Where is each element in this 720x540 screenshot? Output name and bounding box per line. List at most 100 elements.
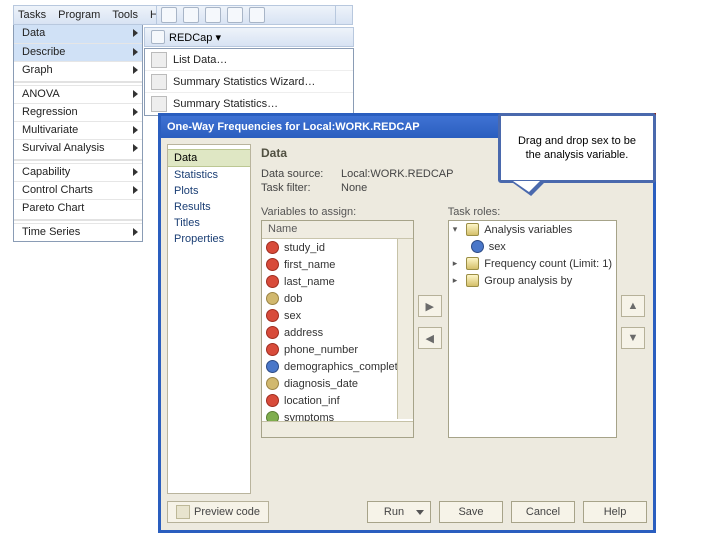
- wizard-icon: [151, 74, 167, 90]
- variable-type-icon: [266, 258, 279, 271]
- nav-statistics[interactable]: Statistics: [168, 167, 250, 183]
- nav-results[interactable]: Results: [168, 199, 250, 215]
- role-analysis-child[interactable]: sex: [449, 238, 616, 255]
- variable-name: address: [284, 327, 323, 339]
- chevron-right-icon: [133, 144, 138, 152]
- tasks-item-describe[interactable]: Describe: [14, 43, 142, 61]
- variable-type-icon: [266, 326, 279, 339]
- variable-row[interactable]: sex: [262, 307, 413, 324]
- variable-row[interactable]: first_name: [262, 256, 413, 273]
- variable-name: diagnosis_date: [284, 378, 358, 390]
- tasks-item-multivariate[interactable]: Multivariate: [14, 121, 142, 139]
- role-analysis-variables[interactable]: Analysis variables: [449, 221, 616, 238]
- chevron-right-icon: [133, 48, 138, 56]
- variable-type-icon: [266, 292, 279, 305]
- variable-row[interactable]: dob: [262, 290, 413, 307]
- scrollbar-horizontal[interactable]: [262, 421, 413, 437]
- breadcrumb[interactable]: REDCap ▾: [169, 31, 221, 44]
- chevron-right-icon: [133, 228, 138, 236]
- nav-plots[interactable]: Plots: [168, 183, 250, 199]
- export-icon[interactable]: [249, 7, 265, 23]
- menu-program[interactable]: Program: [58, 9, 100, 21]
- save-icon[interactable]: [205, 7, 221, 23]
- tasks-item-pareto[interactable]: Pareto Chart: [14, 199, 142, 217]
- variable-name: location_inf: [284, 395, 340, 407]
- chevron-right-icon: [133, 108, 138, 116]
- variable-name: first_name: [284, 259, 335, 271]
- menu-tasks[interactable]: Tasks: [18, 9, 46, 21]
- tasks-item-graph[interactable]: Graph: [14, 61, 142, 79]
- variable-name: last_name: [284, 276, 335, 288]
- open-icon[interactable]: [183, 7, 199, 23]
- role-icon: [466, 274, 479, 287]
- chevron-right-icon: [133, 66, 138, 74]
- chevron-right-icon: [133, 90, 138, 98]
- callout-tip: Drag and drop sex to be the analysis var…: [498, 113, 656, 183]
- print-icon[interactable]: [227, 7, 243, 23]
- chevron-right-icon: [133, 186, 138, 194]
- tasks-item-survival[interactable]: Survival Analysis: [14, 139, 142, 157]
- taskfilter-label: Task filter:: [261, 182, 341, 194]
- variable-row[interactable]: demographics_complete: [262, 358, 413, 375]
- assign-buttons: ▶ ◀: [418, 206, 444, 438]
- variable-type-icon: [266, 360, 279, 373]
- variable-type-icon: [266, 394, 279, 407]
- nav-titles[interactable]: Titles: [168, 215, 250, 231]
- back-icon[interactable]: [151, 30, 165, 44]
- preview-code-button[interactable]: Preview code: [167, 501, 269, 523]
- chevron-right-icon: [133, 29, 138, 37]
- role-frequency-count[interactable]: Frequency count (Limit: 1): [449, 255, 616, 272]
- scrollbar-vertical[interactable]: [397, 239, 413, 419]
- list-icon: [151, 52, 167, 68]
- move-up-button[interactable]: ▲: [621, 295, 645, 317]
- assign-right-button[interactable]: ▶: [418, 295, 442, 317]
- variable-type-icon: [266, 309, 279, 322]
- move-down-button[interactable]: ▼: [621, 327, 645, 349]
- nav-data[interactable]: Data: [168, 149, 250, 167]
- variable-row[interactable]: last_name: [262, 273, 413, 290]
- tasks-item-data[interactable]: Data: [14, 25, 142, 43]
- variables-label: Variables to assign:: [261, 206, 414, 218]
- role-icon: [466, 223, 479, 236]
- run-button[interactable]: Run: [367, 501, 431, 523]
- roles-label: Task roles:: [448, 206, 617, 218]
- var-icon: [471, 240, 484, 253]
- code-icon: [176, 505, 190, 519]
- cancel-button[interactable]: Cancel: [511, 501, 575, 523]
- submenu-item-listdata[interactable]: List Data…: [145, 49, 353, 71]
- submenu-item-summarywizard[interactable]: Summary Statistics Wizard…: [145, 71, 353, 93]
- roles-listbox[interactable]: Analysis variables sex Frequency count (…: [448, 220, 617, 438]
- tasks-item-capability[interactable]: Capability: [14, 163, 142, 181]
- dialog-nav: Data Statistics Plots Results Titles Pro…: [167, 144, 251, 494]
- describe-submenu: List Data… Summary Statistics Wizard… Su…: [144, 48, 354, 116]
- breadcrumb-bar: REDCap ▾: [144, 27, 354, 47]
- help-button[interactable]: Help: [583, 501, 647, 523]
- tasks-item-regression[interactable]: Regression: [14, 103, 142, 121]
- chevron-right-icon: [133, 126, 138, 134]
- variables-listbox[interactable]: Name study_idfirst_namelast_namedobsexad…: [261, 220, 414, 438]
- variable-name: sex: [284, 310, 301, 322]
- tasks-item-timeseries[interactable]: Time Series: [14, 223, 142, 241]
- variable-name: phone_number: [284, 344, 358, 356]
- role-group-by[interactable]: Group analysis by: [449, 272, 616, 289]
- tasks-item-controlcharts[interactable]: Control Charts: [14, 181, 142, 199]
- variable-name: dob: [284, 293, 302, 305]
- chevron-right-icon: [133, 168, 138, 176]
- save-button[interactable]: Save: [439, 501, 503, 523]
- nav-properties[interactable]: Properties: [168, 231, 250, 247]
- sigma-icon: [151, 96, 167, 112]
- variable-row[interactable]: location_inf: [262, 392, 413, 409]
- order-buttons: ▲ ▼: [621, 206, 643, 438]
- assign-left-button[interactable]: ◀: [418, 327, 442, 349]
- callout-pointer-fill: [509, 181, 540, 192]
- new-icon[interactable]: [161, 7, 177, 23]
- variable-row[interactable]: diagnosis_date: [262, 375, 413, 392]
- variable-row[interactable]: phone_number: [262, 341, 413, 358]
- variable-row[interactable]: study_id: [262, 239, 413, 256]
- submenu-item-summary[interactable]: Summary Statistics…: [145, 93, 353, 115]
- tasks-item-anova[interactable]: ANOVA: [14, 85, 142, 103]
- variable-row[interactable]: address: [262, 324, 413, 341]
- dialog-main: Data Data source:Local:WORK.REDCAP Task …: [251, 138, 653, 500]
- dialog-footer: Preview code Run Save Cancel Help: [167, 500, 647, 524]
- menu-tools[interactable]: Tools: [112, 9, 138, 21]
